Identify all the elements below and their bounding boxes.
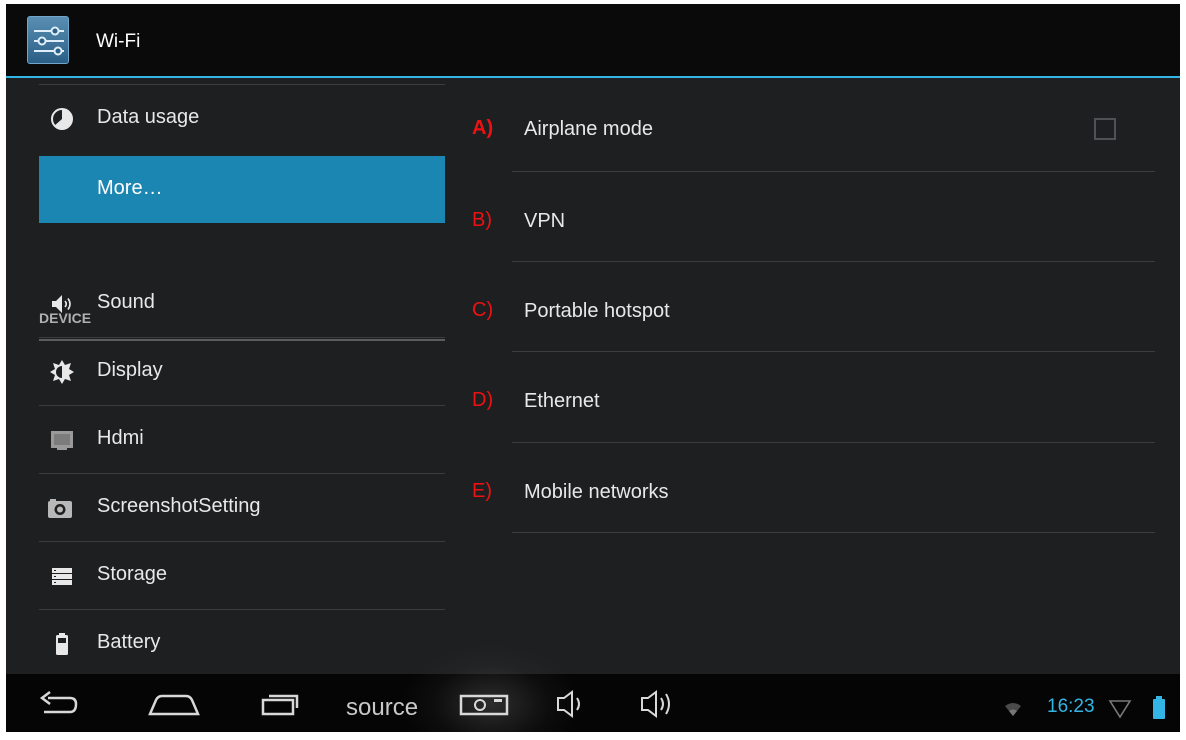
airplane-mode-checkbox[interactable] [1094,118,1116,140]
sidebar-item-sound[interactable]: Sound [39,270,445,337]
recent-apps-icon[interactable] [259,684,303,722]
mobile-networks-row[interactable]: E) Mobile networks [446,443,1180,533]
navigation-bar: source 16:23 [6,644,1180,732]
source-button[interactable]: source [346,694,418,722]
row-label: Airplane mode [524,118,653,140]
signal-icon [1108,700,1132,719]
volume-up-icon[interactable] [638,684,688,722]
sidebar-item-label: Storage [97,563,168,585]
airplane-mode-row[interactable]: A) Airplane mode [446,80,1180,170]
sidebar-item-hdmi[interactable]: Hdmi [39,406,445,473]
portable-hotspot-row[interactable]: C) Portable hotspot [446,262,1180,352]
sidebar-item-more[interactable]: More… [39,156,445,223]
status-time: 16:23 [1047,696,1095,717]
row-label: Ethernet [524,390,600,412]
sidebar-item-label: Battery [97,631,161,653]
data-usage-pie-icon [51,108,73,130]
sidebar-item-storage[interactable]: Storage [39,542,445,609]
more-settings-list: A) Airplane mode B) VPN C) Portable hots… [446,80,1180,674]
sidebar-item-label: Data usage [97,106,200,128]
brightness-icon [50,360,74,384]
wifi-icon [1005,703,1021,716]
camera-icon [48,499,72,518]
tablet-screen: Wi-Fi Data usage More… DEVICE Sound Disp… [6,4,1180,732]
battery-status-icon [1153,696,1165,719]
home-icon[interactable] [146,684,202,722]
row-label: VPN [524,210,566,232]
sidebar-item-display[interactable]: Display [39,338,445,405]
hdmi-screen-icon [51,431,73,450]
row-label: Portable hotspot [524,300,670,322]
volume-down-icon[interactable] [554,684,598,722]
sidebar-item-battery[interactable]: Battery [39,610,445,677]
sidebar-item-screenshotsetting[interactable]: ScreenshotSetting [39,474,445,541]
speaker-icon [52,295,71,313]
sidebar-item-data-usage[interactable]: Data usage [39,85,445,152]
storage-icon [52,568,72,585]
settings-sliders-icon[interactable] [27,16,69,64]
vpn-row[interactable]: B) VPN [446,172,1180,262]
sidebar-item-label: More… [97,177,163,199]
sidebar-item-label: Display [97,359,163,381]
annotation-letter: C) [472,299,494,321]
battery-icon [56,633,68,655]
sidebar-item-label: Sound [97,291,155,313]
sidebar-item-label: Hdmi [97,427,144,449]
page-title: Wi-Fi [96,31,141,52]
back-icon[interactable] [36,684,80,722]
row-label: Mobile networks [524,481,669,503]
settings-sidebar: Data usage More… DEVICE Sound Display Hd… [6,80,446,674]
annotation-letter: D) [472,389,494,411]
annotation-letter: A) [472,117,494,139]
screenshot-icon[interactable] [458,684,514,722]
action-bar: Wi-Fi [6,4,1180,78]
ethernet-row[interactable]: D) Ethernet [446,352,1180,442]
annotation-letter: B) [472,209,492,231]
divider [512,532,1155,533]
annotation-letter: E) [472,480,492,502]
sidebar-item-label: ScreenshotSetting [97,495,261,517]
